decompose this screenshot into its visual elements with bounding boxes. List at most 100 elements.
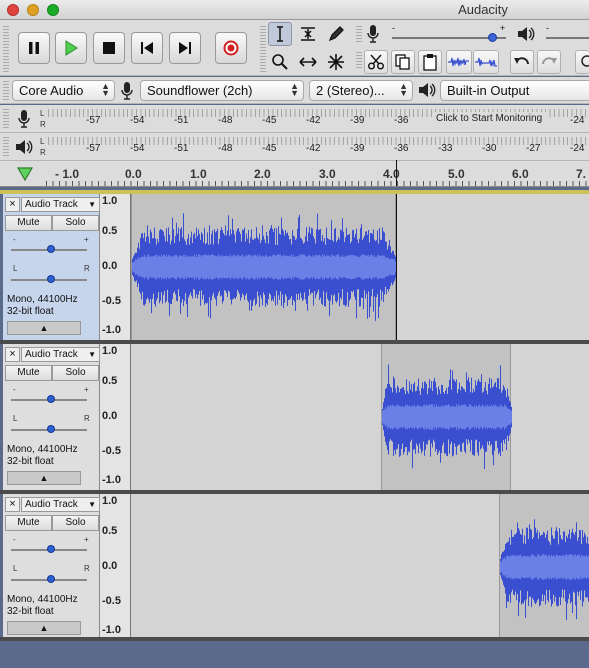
audio-track-2[interactable]: × Audio Track ▼ Mute Solo - + L R Mono, … — [3, 344, 589, 490]
silence-audio-button[interactable] — [473, 50, 499, 74]
pencil-icon — [328, 26, 344, 42]
timeline-ruler[interactable]: - 1.0 0.0 1.0 2.0 3.0 4.0 5.0 6.0 7. — [0, 160, 589, 187]
skip-to-end-button[interactable] — [169, 32, 201, 64]
input-device-select[interactable]: Soundflower (2ch) ▲ ▼ — [140, 80, 304, 101]
audio-track-1[interactable]: × Audio Track ▼ Mute Solo - + L R Mono, … — [3, 194, 589, 340]
zoom-tool[interactable] — [268, 50, 292, 74]
collapse-track-button[interactable]: ▲ — [7, 321, 81, 335]
record-meter-toolbar[interactable]: L R -57 -54 -51 -48 -45 -42 -39 -36 Clic… — [0, 105, 589, 133]
multi-tool[interactable] — [324, 50, 348, 74]
trim-audio-button[interactable] — [446, 50, 472, 74]
record-button[interactable] — [215, 32, 247, 64]
pin-playhead-icon[interactable] — [16, 166, 34, 182]
playback-meter-label: -57 — [86, 143, 101, 154]
record-meter-grip[interactable] — [3, 109, 9, 129]
record-volume-max-label: + — [500, 23, 506, 33]
gain-max-label: + — [84, 235, 89, 244]
collapse-track-button[interactable]: ▲ — [7, 471, 81, 485]
cut-button[interactable] — [364, 50, 388, 74]
playback-meter-label: -36 — [394, 143, 409, 154]
transport-toolbar-grip[interactable] — [3, 26, 9, 72]
track-control-panel[interactable]: × Audio Track ▼ Mute Solo - + L R Mono, … — [3, 344, 100, 490]
track-control-panel[interactable]: × Audio Track ▼ Mute Solo - + L R Mono, … — [3, 194, 100, 340]
solo-button[interactable]: Solo — [52, 515, 99, 531]
ruler-minor-ticks — [46, 181, 589, 186]
play-button[interactable] — [55, 32, 87, 64]
playback-volume-slider[interactable] — [546, 37, 589, 39]
pan-slider-knob[interactable] — [47, 275, 55, 283]
output-device-select[interactable]: Built-in Output — [440, 80, 589, 101]
skip-to-start-button[interactable] — [131, 32, 163, 64]
audio-clip[interactable] — [131, 194, 397, 340]
copy-button[interactable] — [391, 50, 415, 74]
double-arrow-icon — [299, 57, 317, 67]
playback-meter-grip[interactable] — [3, 137, 9, 157]
monitoring-hint[interactable]: Click to Start Monitoring — [432, 112, 547, 125]
paste-button[interactable] — [418, 50, 442, 74]
close-track-button[interactable]: × — [5, 197, 20, 212]
audio-clip[interactable] — [381, 344, 512, 490]
audio-clip[interactable] — [499, 494, 589, 640]
waveform-area[interactable] — [131, 194, 589, 340]
audio-host-select[interactable]: Core Audio ▲ ▼ — [12, 80, 115, 101]
stop-button[interactable] — [93, 32, 125, 64]
mute-button[interactable]: Mute — [5, 365, 52, 381]
pan-slider-knob[interactable] — [47, 425, 55, 433]
input-channels-select[interactable]: 2 (Stereo)... ▲ ▼ — [309, 80, 413, 101]
redo-button[interactable] — [537, 50, 561, 74]
mute-button[interactable]: Mute — [5, 215, 52, 231]
output-device-value: Built-in Output — [447, 83, 530, 98]
toolbar-area: - + - — [0, 20, 589, 76]
playback-meter-label: -42 — [306, 143, 321, 154]
record-volume-knob[interactable] — [488, 33, 497, 42]
record-meter-label: -51 — [174, 115, 189, 126]
track-name-menu[interactable]: Audio Track ▼ — [21, 197, 100, 212]
gain-slider-knob[interactable] — [47, 545, 55, 553]
pan-slider-knob[interactable] — [47, 575, 55, 583]
envelope-icon — [301, 27, 315, 41]
empty-track-area[interactable] — [0, 641, 589, 668]
vertical-scale[interactable]: 1.0 0.5 0.0 -0.5 -1.0 — [100, 194, 131, 340]
collapse-track-button[interactable]: ▲ — [7, 621, 81, 635]
selection-tool[interactable] — [268, 22, 292, 46]
scale-label: 1.0 — [102, 345, 118, 357]
scale-label: -0.5 — [102, 445, 121, 457]
track-name-menu[interactable]: Audio Track ▼ — [21, 347, 100, 362]
gain-slider-knob[interactable] — [47, 245, 55, 253]
envelope-tool[interactable] — [296, 22, 320, 46]
waveform-rms — [500, 554, 589, 580]
gain-slider-knob[interactable] — [47, 395, 55, 403]
vertical-scale[interactable]: 1.0 0.5 0.0 -0.5 -1.0 — [100, 494, 131, 640]
close-track-button[interactable]: × — [5, 347, 20, 362]
time-shift-tool[interactable] — [296, 50, 320, 74]
pause-button[interactable] — [18, 32, 50, 64]
scale-label: 0.0 — [102, 410, 118, 422]
edit-toolbar-grip[interactable] — [356, 52, 362, 70]
minimize-window-button[interactable] — [27, 4, 39, 16]
mixer-toolbar-grip[interactable] — [356, 26, 362, 44]
waveform-area[interactable] — [131, 344, 589, 490]
playback-meter-label: -48 — [218, 143, 233, 154]
audio-track-3[interactable]: × Audio Track ▼ Mute Solo - + L R Mono, … — [3, 494, 589, 640]
mute-button[interactable]: Mute — [5, 515, 52, 531]
solo-button[interactable]: Solo — [52, 365, 99, 381]
tools-toolbar-grip[interactable] — [260, 26, 266, 72]
scale-label: -0.5 — [102, 595, 121, 607]
waveform-area[interactable] — [131, 494, 589, 640]
undo-button[interactable] — [510, 50, 534, 74]
zoom-window-button[interactable] — [47, 4, 59, 16]
playhead-marker[interactable] — [396, 160, 397, 186]
vertical-scale[interactable]: 1.0 0.5 0.0 -0.5 -1.0 — [100, 344, 131, 490]
close-window-button[interactable] — [7, 4, 19, 16]
close-track-button[interactable]: × — [5, 497, 20, 512]
draw-tool[interactable] — [324, 22, 348, 46]
ruler-label: 1.0 — [190, 167, 207, 181]
gain-min-label: - — [13, 385, 16, 394]
zoom-in-button[interactable] — [575, 50, 589, 74]
track-name-menu[interactable]: Audio Track ▼ — [21, 497, 100, 512]
record-meter-label: -54 — [130, 115, 145, 126]
solo-button[interactable]: Solo — [52, 215, 99, 231]
device-toolbar-grip[interactable] — [3, 81, 9, 100]
track-control-panel[interactable]: × Audio Track ▼ Mute Solo - + L R Mono, … — [3, 494, 100, 640]
playback-meter-toolbar[interactable]: L R -57 -54 -51 -48 -45 -42 -39 -36 -33 … — [0, 133, 589, 161]
